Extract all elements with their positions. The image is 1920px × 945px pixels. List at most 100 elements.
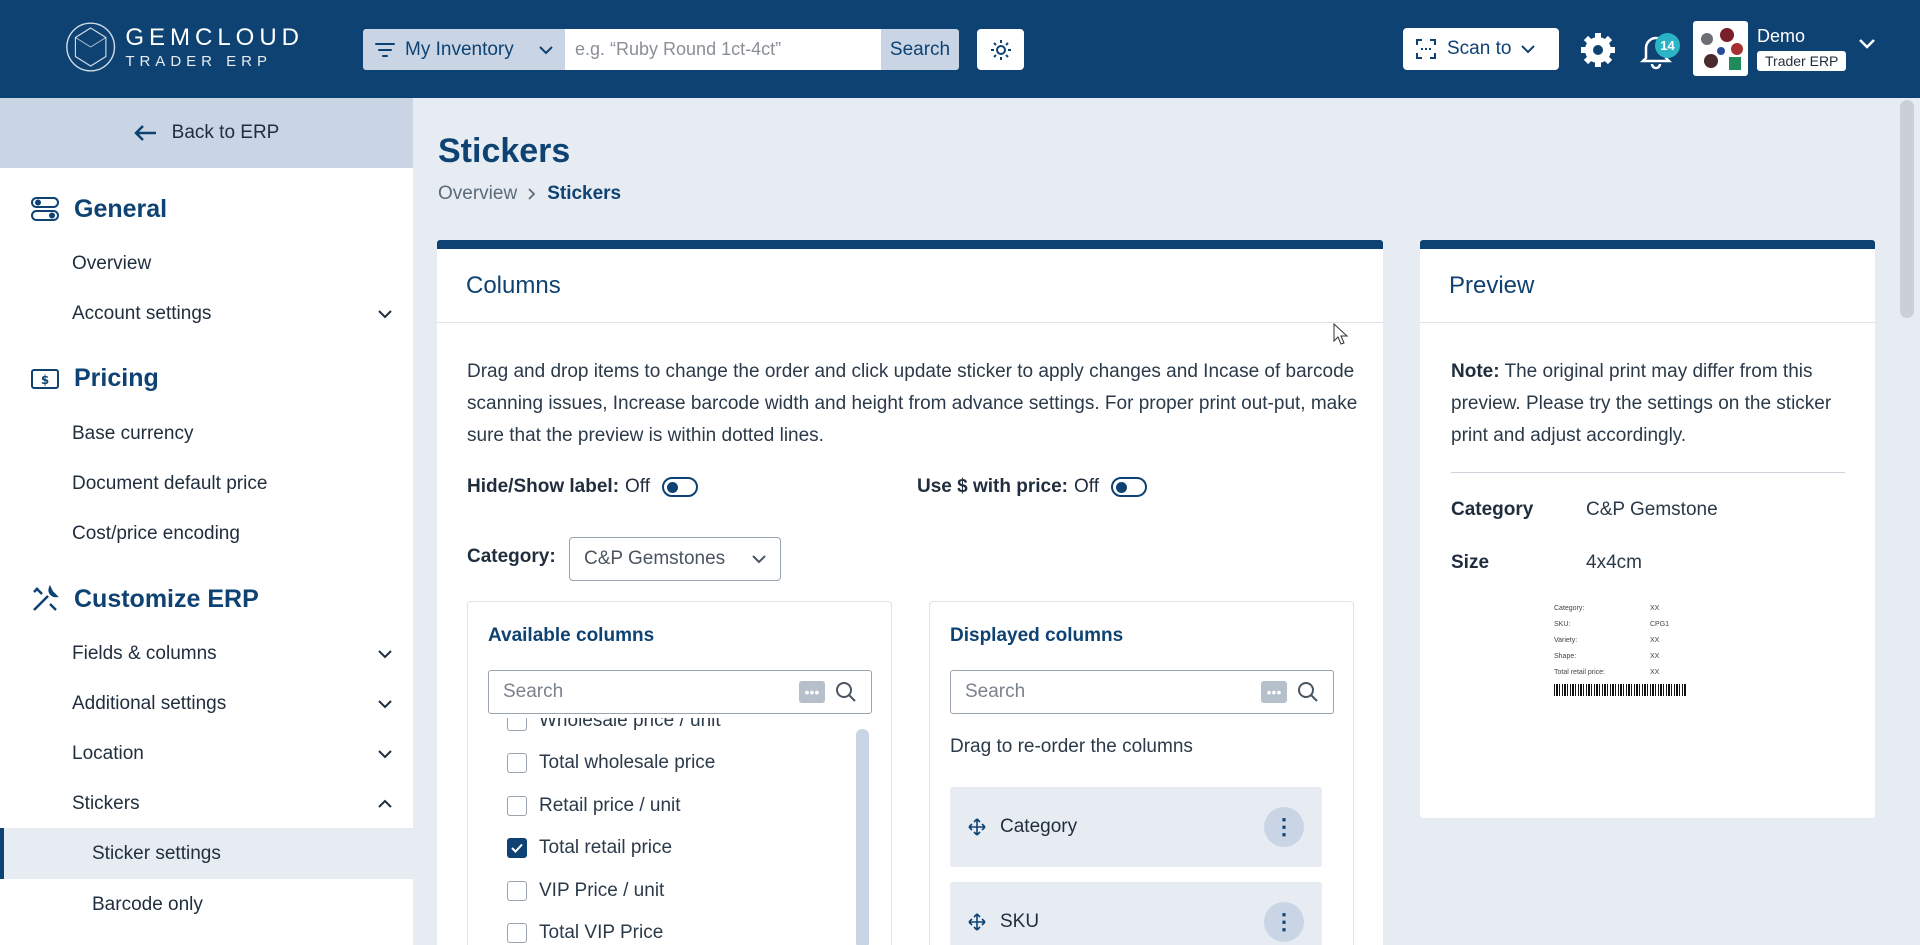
sidebar-item-stickers[interactable]: Stickers <box>72 793 392 815</box>
list-item-label: Total wholesale price <box>539 752 716 773</box>
list-item[interactable]: Total VIP Price <box>507 922 663 944</box>
card-title: Preview <box>1420 249 1875 323</box>
avatar[interactable] <box>1693 21 1748 76</box>
sidebar-item-location[interactable]: Location <box>72 743 392 765</box>
chevron-down-icon <box>378 310 392 319</box>
page-scrollbar[interactable] <box>1900 100 1914 318</box>
sticker-value: XX <box>1650 636 1660 644</box>
global-search: My Inventory Search <box>363 29 959 70</box>
list-item[interactable]: Retail price / unit <box>507 795 681 817</box>
move-handle-icon[interactable] <box>968 913 986 931</box>
list-item[interactable]: Wholesale price / unit <box>507 718 721 732</box>
search-button[interactable]: Search <box>881 29 959 70</box>
sticker-row: Shape: XX <box>1554 648 1694 664</box>
displayed-search-input[interactable] <box>965 681 1251 703</box>
category-select-value: C&P Gemstones <box>584 548 726 569</box>
section-customize-erp: Customize ERP <box>0 584 259 614</box>
divider <box>1451 472 1845 473</box>
toggle-state: Off <box>625 476 651 497</box>
checkbox[interactable] <box>507 753 527 773</box>
checkbox[interactable] <box>507 881 527 901</box>
more-options-button[interactable]: ••• <box>799 681 825 703</box>
back-to-erp-link[interactable]: Back to ERP <box>0 98 413 168</box>
sidebar-item-label: Fields & columns <box>72 643 217 664</box>
sticker-row: Variety: XX <box>1554 632 1694 648</box>
displayed-search: ••• <box>950 670 1334 714</box>
checkbox-checked[interactable] <box>507 838 527 858</box>
checkbox[interactable] <box>507 718 527 731</box>
preview-size: Size 4x4cm <box>1451 552 1642 574</box>
sidebar-item-fields-columns[interactable]: Fields & columns <box>72 643 392 665</box>
sidebar-item-barcode-only[interactable]: Barcode only <box>0 879 413 930</box>
advanced-search-button[interactable] <box>977 29 1024 70</box>
scan-to-label: Scan to <box>1447 38 1512 59</box>
category-label: Category: <box>467 546 556 567</box>
panel-title: Displayed columns <box>950 625 1124 646</box>
sidebar-item-cost-price-encoding[interactable]: Cost/price encoding <box>72 523 392 545</box>
breadcrumb-overview[interactable]: Overview <box>438 183 517 205</box>
preview-category: Category C&P Gemstone <box>1451 499 1718 521</box>
use-dollar-row: Use $ with price: Off <box>917 476 1147 498</box>
list-item[interactable]: Total retail price <box>507 837 672 859</box>
search-settings-icon <box>990 39 1011 60</box>
columns-description: Drag and drop items to change the order … <box>467 361 1358 446</box>
app-logo[interactable]: GEMCLOUD TRADER ERP <box>64 16 304 78</box>
sidebar-item-additional-settings[interactable]: Additional settings <box>72 693 392 715</box>
checkbox[interactable] <box>507 923 527 943</box>
displayed-column-item[interactable]: SKU ⋮ <box>950 882 1322 945</box>
column-label: SKU <box>1000 911 1040 932</box>
list-item-label: Retail price / unit <box>539 795 681 816</box>
scan-to-button[interactable]: Scan to <box>1403 28 1559 70</box>
hide-show-label-toggle[interactable] <box>662 477 699 497</box>
card-title: Columns <box>437 249 1383 323</box>
chevron-down-icon[interactable] <box>1858 38 1876 50</box>
sidebar-item-sticker-settings[interactable]: Sticker settings <box>0 828 413 879</box>
checkbox[interactable] <box>507 796 527 816</box>
available-list-scrollbar[interactable] <box>856 729 869 945</box>
chevron-down-icon <box>1521 45 1536 54</box>
category-select[interactable]: C&P Gemstones <box>569 537 781 581</box>
sticker-value: XX <box>1650 668 1660 676</box>
chevron-down-icon <box>378 650 392 659</box>
search-icon[interactable] <box>1297 681 1319 703</box>
move-handle-icon[interactable] <box>968 818 986 836</box>
settings-gear-icon[interactable] <box>1578 30 1618 70</box>
barcode <box>1554 684 1686 696</box>
chevron-down-icon <box>378 700 392 709</box>
displayed-column-item[interactable]: Category ⋮ <box>950 787 1322 867</box>
panel-title: Available columns <box>488 625 655 646</box>
sticker-key: Shape: <box>1554 652 1577 660</box>
column-label: Category <box>1000 816 1078 837</box>
available-search: ••• <box>488 670 872 714</box>
list-item[interactable]: VIP Price / unit <box>507 880 664 902</box>
list-item-label: Wholesale price / unit <box>539 718 721 731</box>
list-item[interactable]: Total wholesale price <box>507 752 715 774</box>
displayed-columns-panel: Displayed columns ••• Drag to re-order t… <box>929 601 1354 945</box>
sidebar-item-document-default-price[interactable]: Document default price <box>72 473 392 495</box>
filter-icon <box>375 42 395 57</box>
breadcrumb: Overview Stickers <box>438 183 621 205</box>
kebab-menu-button[interactable]: ⋮ <box>1264 902 1304 942</box>
user-menu[interactable]: Demo Trader ERP <box>1757 26 1847 71</box>
sidebar-item-base-currency[interactable]: Base currency <box>72 423 392 445</box>
use-dollar-toggle[interactable] <box>1111 477 1147 497</box>
checkmark-icon <box>511 843 523 853</box>
kebab-menu-button[interactable]: ⋮ <box>1264 807 1304 847</box>
section-title: General <box>74 194 168 223</box>
search-icon[interactable] <box>835 681 857 703</box>
kv-value: C&P Gemstone <box>1586 499 1718 520</box>
top-bar: GEMCLOUD TRADER ERP My Inventory Search … <box>0 0 1920 98</box>
sticker-key: Total retail price: <box>1554 668 1605 676</box>
inventory-select[interactable]: My Inventory <box>363 29 565 70</box>
list-item-label: Total retail price <box>539 837 673 858</box>
sidebar-item-account-settings[interactable]: Account settings <box>72 303 392 325</box>
money-icon: $ <box>31 368 59 389</box>
available-search-input[interactable] <box>503 681 789 703</box>
more-options-button[interactable]: ••• <box>1261 681 1287 703</box>
gemstones-avatar-icon <box>1701 28 1743 70</box>
list-item-label: Total VIP Price <box>539 922 664 943</box>
search-input[interactable] <box>565 29 881 70</box>
preview-card: Preview <box>1420 240 1875 818</box>
sidebar-item-overview[interactable]: Overview <box>72 253 392 275</box>
sticker-key: Variety: <box>1554 636 1578 644</box>
